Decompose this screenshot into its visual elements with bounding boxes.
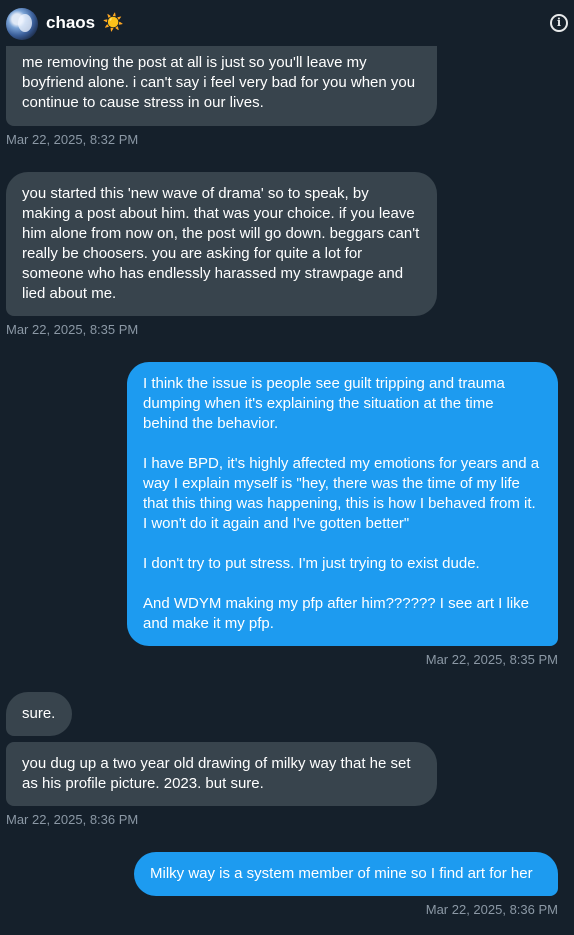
message-bubble-incoming[interactable]: sure. xyxy=(6,692,72,736)
contact-name: chaos xyxy=(46,13,96,32)
message-timestamp: Mar 22, 2025, 8:35 PM xyxy=(425,652,558,667)
message-bubble-outgoing[interactable]: Milky way is a system member of mine so … xyxy=(134,852,558,896)
message-timestamp: Mar 22, 2025, 8:35 PM xyxy=(6,322,139,337)
message-bubble-outgoing[interactable]: I think the issue is people see guilt tr… xyxy=(127,362,558,646)
conversation-title[interactable]: chaos ☀️ xyxy=(46,13,124,33)
sun-emoji: ☀️ xyxy=(102,13,125,32)
info-icon[interactable]: i xyxy=(550,14,568,32)
message-timestamp: Mar 22, 2025, 8:32 PM xyxy=(6,132,139,147)
message-timestamp: Mar 22, 2025, 8:36 PM xyxy=(6,812,139,827)
message-bubble-incoming[interactable]: you started this 'new wave of drama' so … xyxy=(6,172,437,316)
message-bubble-incoming[interactable]: you dug up a two year old drawing of mil… xyxy=(6,742,437,806)
message-thread: me removing the post at all is just so y… xyxy=(0,0,574,935)
message-timestamp: Mar 22, 2025, 8:36 PM xyxy=(425,902,558,917)
avatar[interactable] xyxy=(6,8,38,40)
conversation-header: chaos ☀️ i xyxy=(0,0,574,46)
